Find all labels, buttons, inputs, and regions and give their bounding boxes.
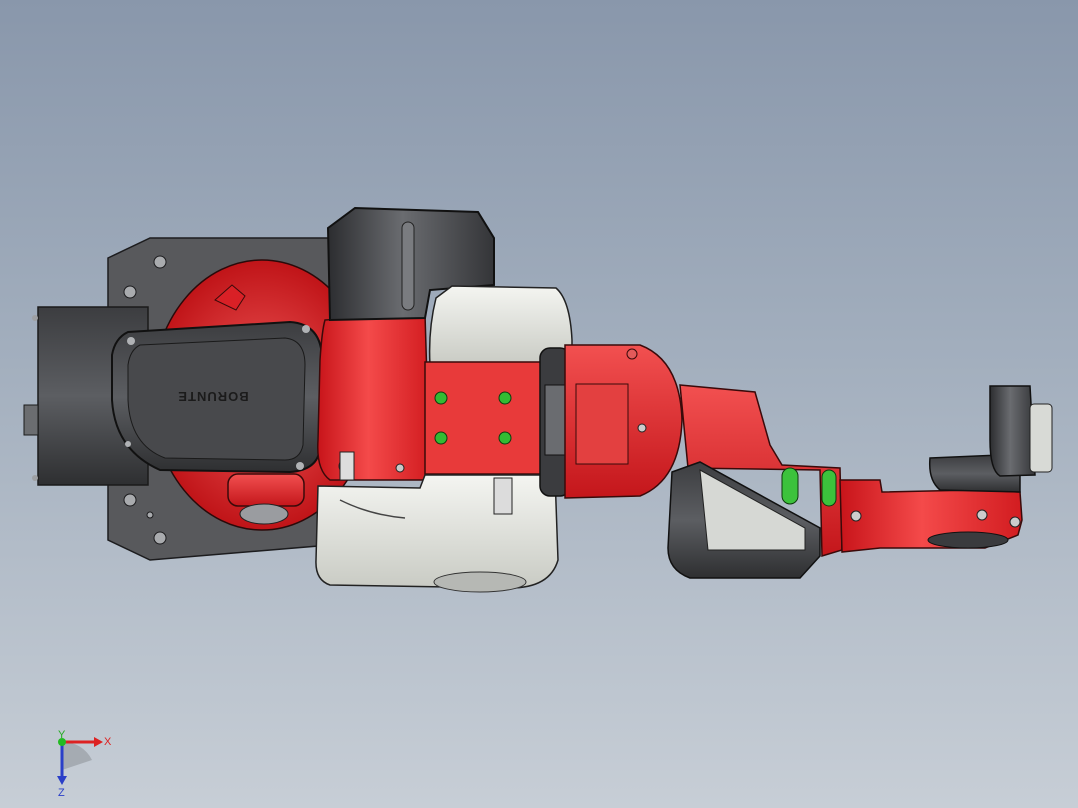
coordinate-triad: X Y Z [57, 729, 112, 799]
z-axis-label: Z [58, 787, 65, 799]
robot-arm-model[interactable]: BORUNTE X Y Z [0, 0, 1078, 808]
end-effector [928, 385, 1053, 493]
y-axis-label: Y [58, 729, 66, 741]
red-joint-panel [424, 361, 544, 475]
motor-cover: BORUNTE [111, 320, 324, 474]
cad-viewport[interactable]: BORUNTE X Y Z [0, 0, 1078, 808]
x-axis-label: X [104, 736, 112, 748]
shoulder-body [317, 313, 431, 481]
elbow-cylinder [564, 344, 683, 499]
brand-logo: BORUNTE [177, 389, 248, 404]
